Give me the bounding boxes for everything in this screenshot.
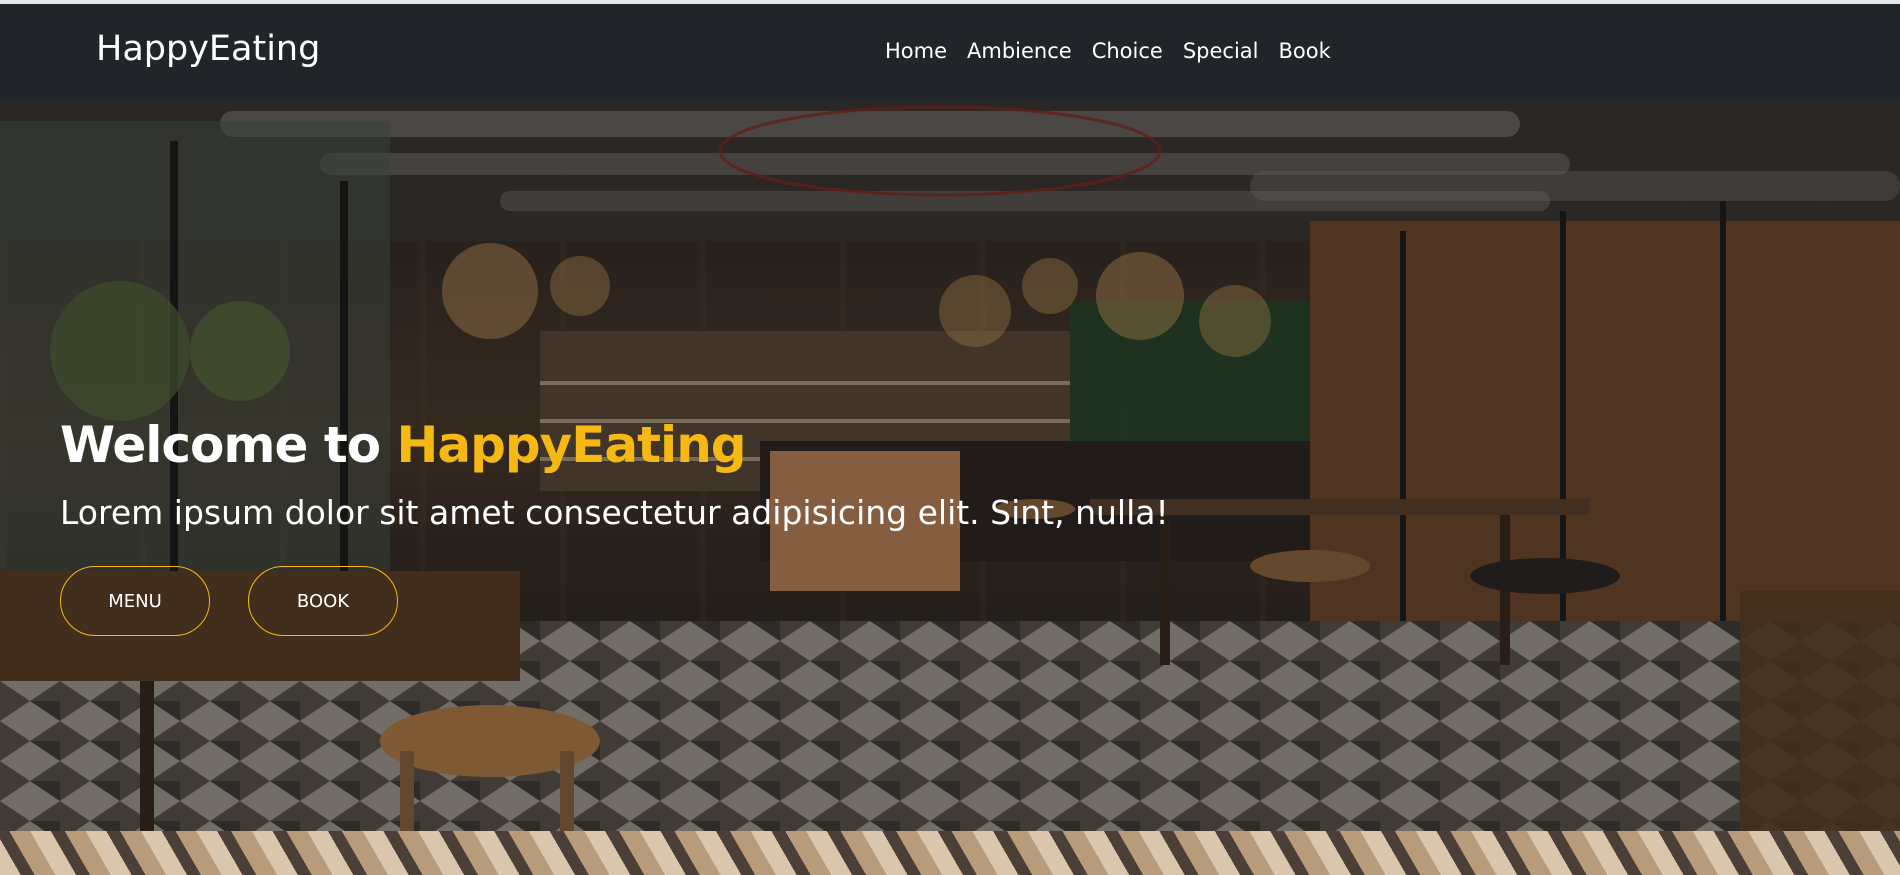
nav-item-choice: Choice [1092, 37, 1163, 65]
menu-button[interactable]: MENU [60, 566, 210, 636]
nav-menu: Home Ambience Choice Special Book [885, 37, 1331, 65]
hero-title-prefix: Welcome to [60, 416, 397, 474]
navbar: HappyEating Home Ambience Choice Special… [0, 4, 1900, 101]
nav-link-ambience[interactable]: Ambience [967, 39, 1072, 63]
hero-text: Welcome to HappyEating Lorem ipsum dolor… [60, 413, 1169, 535]
hero-subtitle: Lorem ipsum dolor sit amet consectetur a… [60, 493, 1169, 532]
nav-link-choice[interactable]: Choice [1092, 39, 1163, 63]
nav-link-special[interactable]: Special [1183, 39, 1259, 63]
book-button[interactable]: BOOK [248, 566, 398, 636]
hero-buttons: MENU BOOK [60, 566, 398, 636]
nav-link-home[interactable]: Home [885, 39, 947, 63]
nav-item-ambience: Ambience [967, 37, 1072, 65]
floor-image-strip [0, 831, 1900, 875]
nav-item-special: Special [1183, 37, 1259, 65]
hero-title-accent: HappyEating [396, 416, 747, 474]
nav-item-home: Home [885, 37, 947, 65]
nav-item-book: Book [1279, 37, 1331, 65]
hero-title: Welcome to HappyEating [60, 413, 1169, 477]
brand-logo[interactable]: HappyEating [96, 28, 320, 70]
nav-link-book[interactable]: Book [1279, 39, 1331, 63]
